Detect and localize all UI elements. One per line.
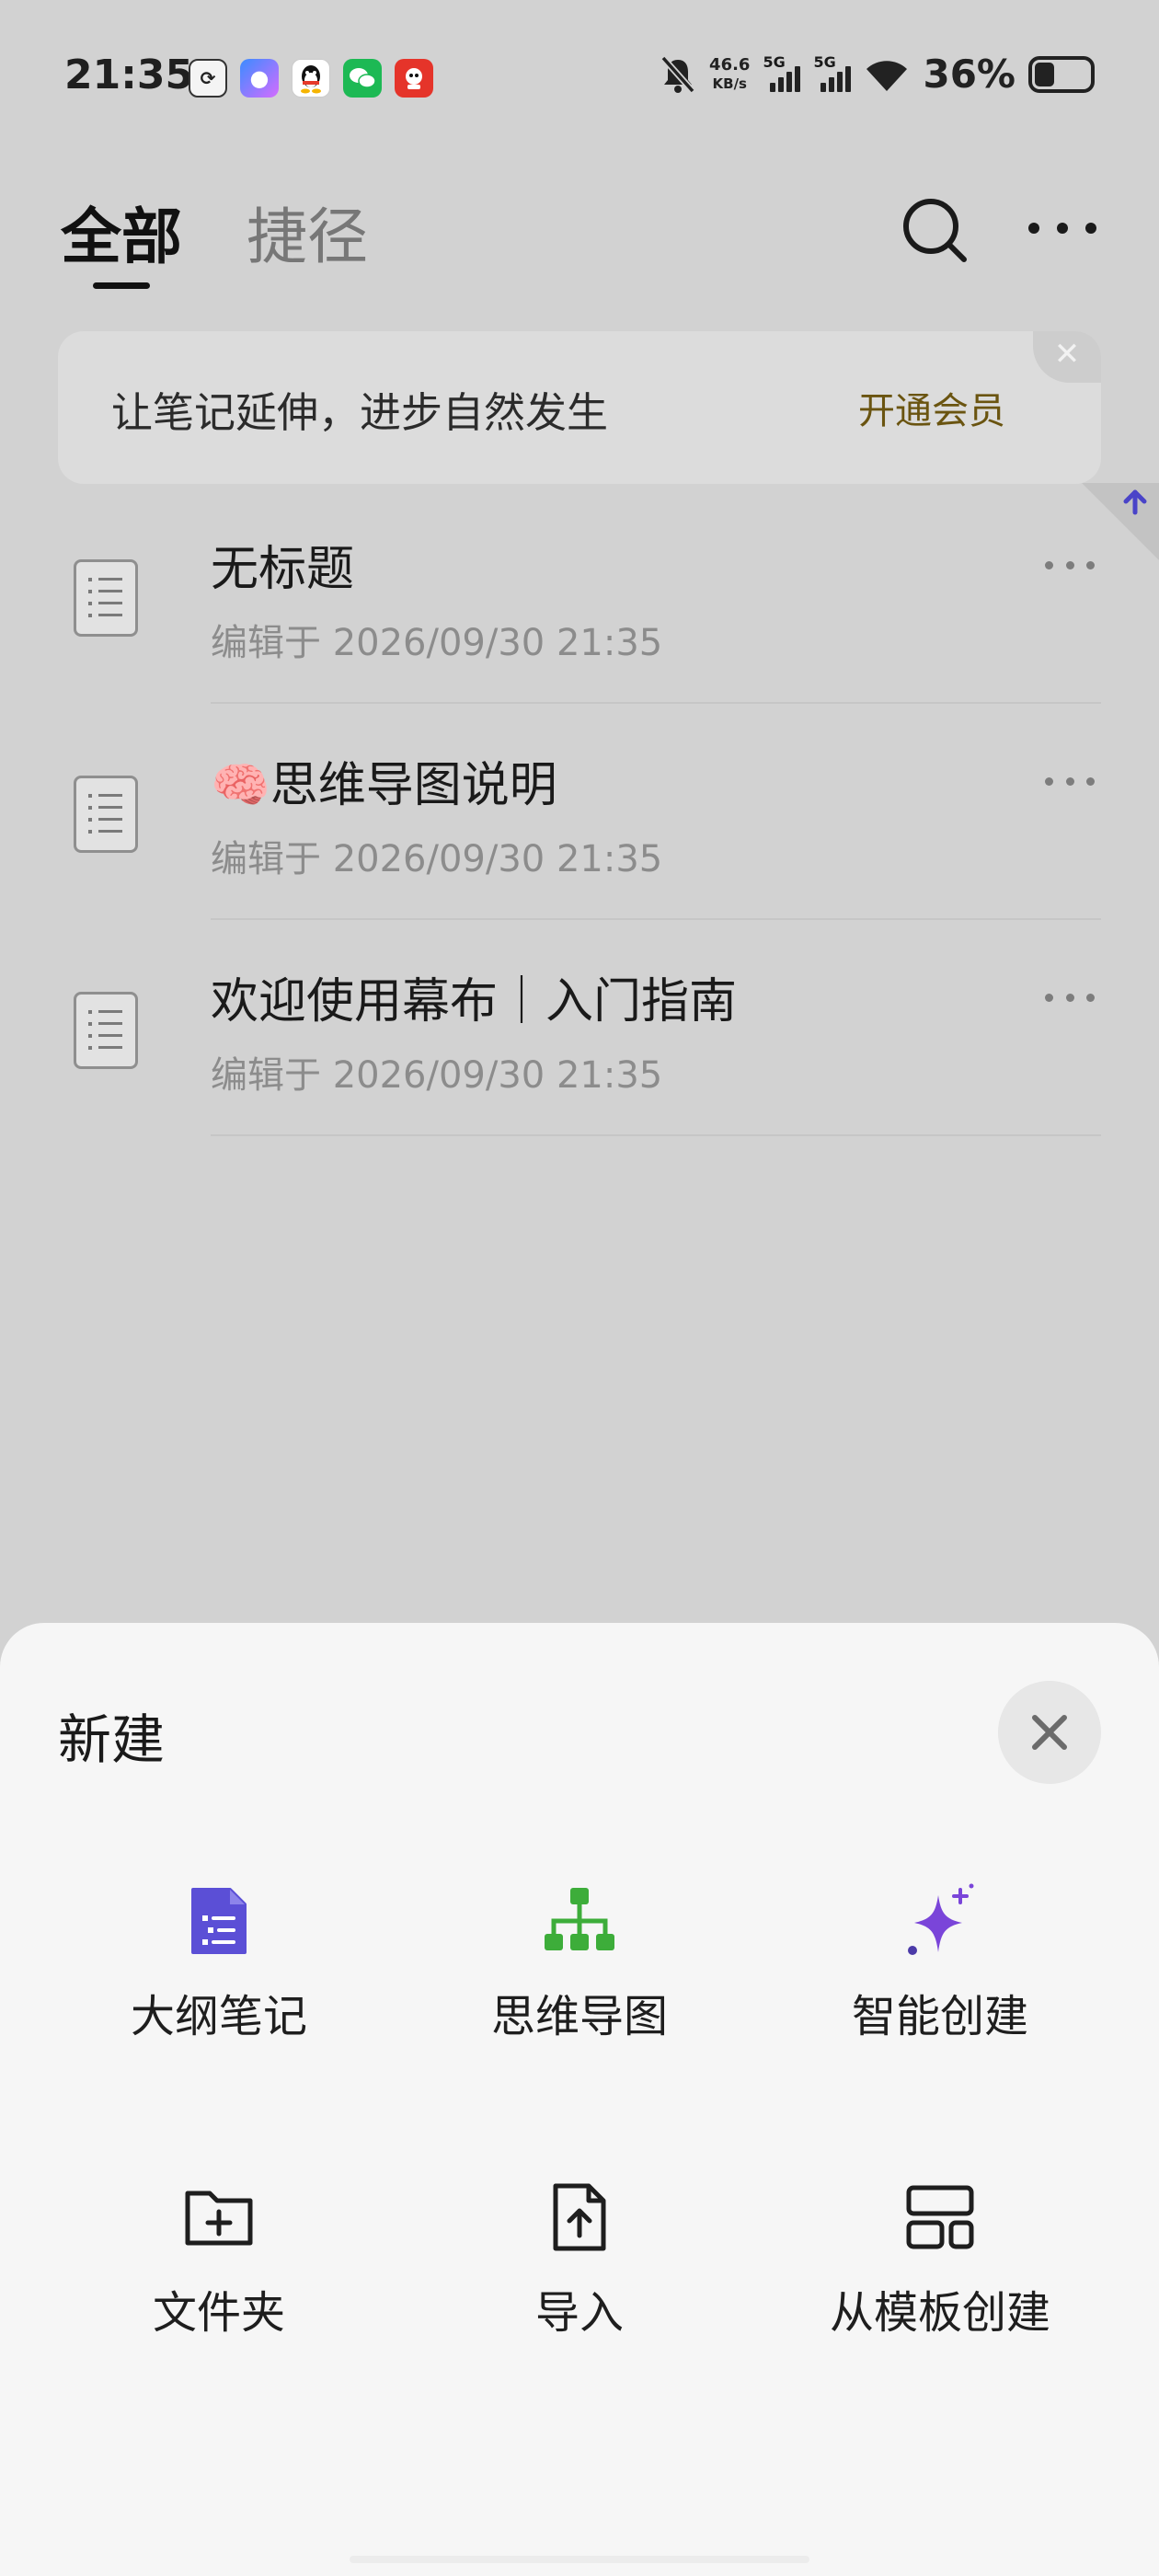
document-edited-time: 编辑于 2026/09/30 21:35 — [211, 838, 663, 880]
smart-create-button[interactable]: 智能创建 — [765, 1882, 1115, 2044]
banner-close-icon[interactable]: ✕ — [1033, 331, 1101, 383]
wifi-icon — [866, 60, 908, 91]
template-icon — [906, 2185, 974, 2249]
outline-note-label: 大纲笔记 — [130, 1991, 307, 2042]
status-indicators: 46.6 KB/s 5G 5G 36% — [660, 52, 1095, 97]
sim2-label: 5G — [813, 52, 836, 71]
template-label: 从模板创建 — [829, 2287, 1050, 2339]
import-file-icon — [553, 2183, 606, 2251]
qq-icon — [292, 59, 330, 98]
document-edited-time: 编辑于 2026/09/30 21:35 — [211, 1054, 663, 1097]
tab-shortcuts[interactable]: 捷径 — [247, 188, 368, 276]
mind-map-label: 思维导图 — [490, 1991, 668, 2042]
status-bar: 21:35 ⟳ ● 46.6 KB/s 5G 5G 36% — [0, 0, 1159, 156]
divider — [211, 1134, 1101, 1136]
new-bottom-sheet: 新建 大纲笔记 思维导图 智能创建 文件夹 导入 从模板创建 — [0, 1623, 1159, 2576]
battery-percent: 36% — [923, 52, 1016, 97]
tab-all[interactable]: 全部 — [61, 188, 182, 276]
search-icon[interactable] — [898, 193, 971, 267]
status-time: 21:35 — [64, 52, 194, 98]
mute-bell-icon — [660, 55, 695, 93]
more-options-icon[interactable] — [1028, 201, 1096, 256]
sim1-label: 5G — [763, 52, 786, 71]
folder-label: 文件夹 — [152, 2287, 285, 2339]
notification-icons: ⟳ ● — [189, 59, 433, 98]
close-icon[interactable] — [998, 1681, 1101, 1784]
document-title: 无标题 — [211, 542, 355, 597]
document-title: 欢迎使用幕布｜入门指南 — [211, 974, 738, 1029]
from-template-button[interactable]: 从模板创建 — [765, 2179, 1115, 2340]
document-icon — [74, 559, 138, 637]
item-more-icon[interactable] — [1045, 772, 1095, 790]
import-button[interactable]: 导入 — [405, 2179, 754, 2340]
new-folder-button[interactable]: 文件夹 — [44, 2179, 394, 2340]
document-icon — [74, 776, 138, 853]
list-item[interactable]: 欢迎使用幕布｜入门指南 编辑于 2026/09/30 21:35 — [0, 920, 1159, 1136]
signal-sim1-icon: 5G — [763, 53, 801, 92]
net-speed-value: 46.6 — [709, 54, 751, 75]
outline-note-icon — [191, 1888, 247, 1954]
outline-note-button[interactable]: 大纲笔记 — [44, 1882, 394, 2044]
tab-active-indicator — [93, 282, 150, 289]
tasks-app-icon: ⟳ — [189, 59, 227, 98]
red-app-icon — [395, 59, 433, 98]
sheet-title: 新建 — [58, 1708, 166, 1771]
battery-icon — [1028, 55, 1095, 93]
banner-text: 让笔记延伸，进步自然发生 — [111, 388, 609, 437]
wechat-icon — [343, 59, 382, 98]
smart-create-label: 智能创建 — [851, 1991, 1028, 2042]
item-more-icon[interactable] — [1045, 556, 1095, 574]
membership-banner[interactable]: 让笔记延伸，进步自然发生 开通会员 ✕ — [58, 331, 1101, 484]
document-icon — [74, 992, 138, 1069]
wallet-app-icon: ● — [240, 59, 279, 98]
mind-map-icon — [545, 1888, 614, 1950]
document-edited-time: 编辑于 2026/09/30 21:35 — [211, 622, 663, 664]
sparkle-icon — [908, 1883, 974, 1955]
list-item[interactable]: 无标题 编辑于 2026/09/30 21:35 — [0, 488, 1159, 704]
import-label: 导入 — [534, 2287, 624, 2339]
document-list: 无标题 编辑于 2026/09/30 21:35 🧠思维导图说明 编辑于 202… — [0, 488, 1159, 1136]
home-indicator[interactable] — [350, 2556, 809, 2563]
list-item[interactable]: 🧠思维导图说明 编辑于 2026/09/30 21:35 — [0, 704, 1159, 920]
item-more-icon[interactable] — [1045, 988, 1095, 1006]
mind-map-button[interactable]: 思维导图 — [405, 1882, 754, 2044]
document-title: 🧠思维导图说明 — [211, 758, 557, 813]
folder-add-icon — [185, 2191, 253, 2246]
net-speed: 46.6 KB/s — [709, 54, 751, 93]
net-speed-unit: KB/s — [712, 75, 747, 92]
open-membership-link[interactable]: 开通会员 — [858, 381, 1005, 434]
signal-sim2-icon: 5G — [813, 53, 852, 92]
